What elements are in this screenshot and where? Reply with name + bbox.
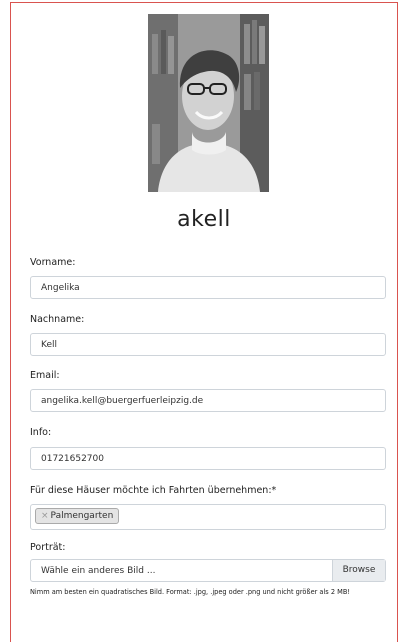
- firstname-label: Vorname:: [30, 257, 76, 268]
- houses-select[interactable]: × Palmengarten: [30, 504, 386, 530]
- email-field[interactable]: angelika.kell@buergerfuerleipzig.de: [30, 389, 386, 412]
- lastname-label: Nachname:: [30, 314, 85, 325]
- portrait-file-input[interactable]: Wähle ein anderes Bild ... Browse: [30, 559, 386, 582]
- info-field[interactable]: 01721652700: [30, 447, 386, 470]
- portrait-file-placeholder: Wähle ein anderes Bild ...: [41, 566, 156, 576]
- lastname-value: Kell: [41, 340, 57, 350]
- houses-label: Für diese Häuser möchte ich Fahrten über…: [30, 485, 277, 496]
- info-value: 01721652700: [41, 454, 104, 464]
- profile-username: akell: [177, 207, 231, 232]
- email-value: angelika.kell@buergerfuerleipzig.de: [41, 396, 204, 406]
- info-label: Info:: [30, 427, 52, 438]
- email-label: Email:: [30, 370, 60, 381]
- house-tag-label: Palmengarten: [50, 511, 114, 521]
- lastname-field[interactable]: Kell: [30, 333, 386, 356]
- remove-tag-icon[interactable]: ×: [41, 511, 49, 521]
- firstname-field[interactable]: Angelika: [30, 276, 386, 299]
- house-tag[interactable]: × Palmengarten: [35, 508, 120, 524]
- firstname-value: Angelika: [41, 283, 80, 293]
- portrait-image: [148, 14, 269, 192]
- browse-button[interactable]: Browse: [332, 560, 385, 581]
- profile-card: akell Vorname: Angelika Nachname: Kell E…: [10, 2, 398, 642]
- portrait-help-text: Nimm am besten ein quadratisches Bild. F…: [30, 588, 350, 596]
- portrait-label: Porträt:: [30, 542, 66, 553]
- profile-photo: [148, 14, 269, 192]
